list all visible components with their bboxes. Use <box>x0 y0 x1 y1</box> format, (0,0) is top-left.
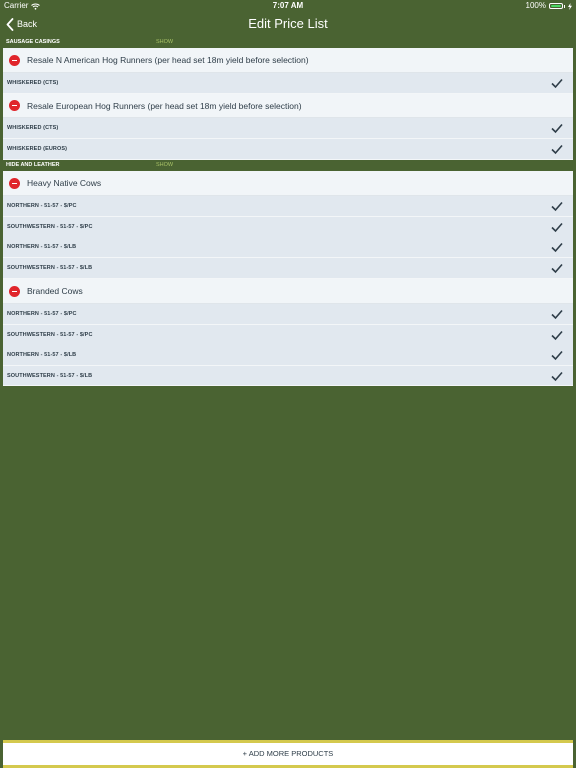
product-row: Heavy Native Cows <box>3 171 573 196</box>
price-label: WHISKERED (CTS) <box>7 125 59 131</box>
product-row: Branded Cows <box>3 279 573 304</box>
price-label: NORTHERN - 51-57 - $/PC <box>7 311 77 317</box>
section-title: SAUSAGE CASINGS <box>6 39 60 45</box>
price-row[interactable]: SOUTHWESTERN - 51-57 - $/LB <box>3 258 573 279</box>
price-label: SOUTHWESTERN - 51-57 - $/LB <box>7 372 93 379</box>
status-bar: Carrier 7:07 AM 100% <box>0 0 576 12</box>
battery-fill <box>551 5 561 7</box>
price-row[interactable]: NORTHERN - 51-57 - $/LB <box>3 345 573 366</box>
price-row[interactable]: SOUTHWESTERN - 51-57 - $/PC <box>3 217 573 238</box>
price-row[interactable]: WHISKERED (CTS) <box>3 118 573 139</box>
product-name: Heavy Native Cows <box>27 178 102 188</box>
minus-circle-icon[interactable] <box>9 54 20 66</box>
show-toggle-link[interactable]: SHOW <box>156 37 173 47</box>
add-more-products-button[interactable]: + ADD MORE PRODUCTS <box>3 743 573 765</box>
price-row[interactable]: WHISKERED (CTS) <box>3 73 573 94</box>
checkmark-icon[interactable] <box>551 123 563 134</box>
checkmark-icon[interactable] <box>551 350 563 361</box>
battery-icon <box>549 3 563 9</box>
price-row[interactable]: SOUTHWESTERN - 51-57 - $/PC <box>3 325 573 346</box>
product-name: Resale European Hog Runners (per head se… <box>27 100 302 111</box>
price-label: SOUTHWESTERN - 51-57 - $/PC <box>7 224 93 230</box>
section-title: HIDE AND LEATHER <box>6 162 60 168</box>
checkmark-icon[interactable] <box>551 371 563 382</box>
price-row[interactable]: SOUTHWESTERN - 51-57 - $/LB <box>3 366 573 386</box>
price-label: NORTHERN - 51-57 - $/LB <box>7 244 77 250</box>
product-row: Resale N American Hog Runners (per head … <box>3 48 573 73</box>
price-label: WHISKERED (EUROS) <box>7 146 68 152</box>
charging-icon <box>568 2 572 10</box>
add-products-bar: + ADD MORE PRODUCTS <box>3 740 573 768</box>
price-row[interactable]: NORTHERN - 51-57 - $/LB <box>3 237 573 258</box>
checkmark-icon[interactable] <box>551 309 563 320</box>
price-label: NORTHERN - 51-57 - $/PC <box>7 203 77 209</box>
status-battery-group: 100% <box>526 0 572 12</box>
product-row: Resale European Hog Runners (per head se… <box>3 94 573 118</box>
battery-percent: 100% <box>525 1 546 10</box>
minus-circle-icon[interactable] <box>9 100 20 111</box>
price-label: SOUTHWESTERN - 51-57 - $/PC <box>7 332 93 338</box>
page-title: Edit Price List <box>248 16 328 31</box>
price-label: SOUTHWESTERN - 51-57 - $/LB <box>7 265 93 271</box>
product-name: Branded Cows <box>27 286 83 296</box>
checkmark-icon[interactable] <box>551 144 563 155</box>
price-row[interactable]: NORTHERN - 51-57 - $/PC <box>3 196 573 217</box>
nav-bar: Back Edit Price List <box>0 12 576 38</box>
checkmark-icon[interactable] <box>551 330 563 341</box>
checkmark-icon[interactable] <box>551 263 563 274</box>
product-name: Resale N American Hog Runners (per head … <box>27 55 309 65</box>
checkmark-icon[interactable] <box>551 242 563 253</box>
checkmark-icon[interactable] <box>551 201 563 212</box>
show-toggle-link[interactable]: SHOW <box>156 160 173 170</box>
minus-circle-icon[interactable] <box>9 285 20 297</box>
price-row[interactable]: NORTHERN - 51-57 - $/PC <box>3 304 573 325</box>
price-label: NORTHERN - 51-57 - $/LB <box>7 352 77 358</box>
price-row[interactable]: WHISKERED (EUROS) <box>3 139 573 160</box>
checkmark-icon[interactable] <box>551 78 563 89</box>
minus-circle-icon[interactable] <box>9 177 20 189</box>
section-header-sausage-casings: SAUSAGE CASINGS SHOW <box>3 37 573 47</box>
price-label: WHISKERED (CTS) <box>7 80 59 86</box>
battery-cap <box>564 4 565 8</box>
section-header-hide-and-leather: HIDE AND LEATHER SHOW <box>3 160 573 170</box>
status-time: 7:07 AM <box>272 1 304 10</box>
checkmark-icon[interactable] <box>551 222 563 233</box>
